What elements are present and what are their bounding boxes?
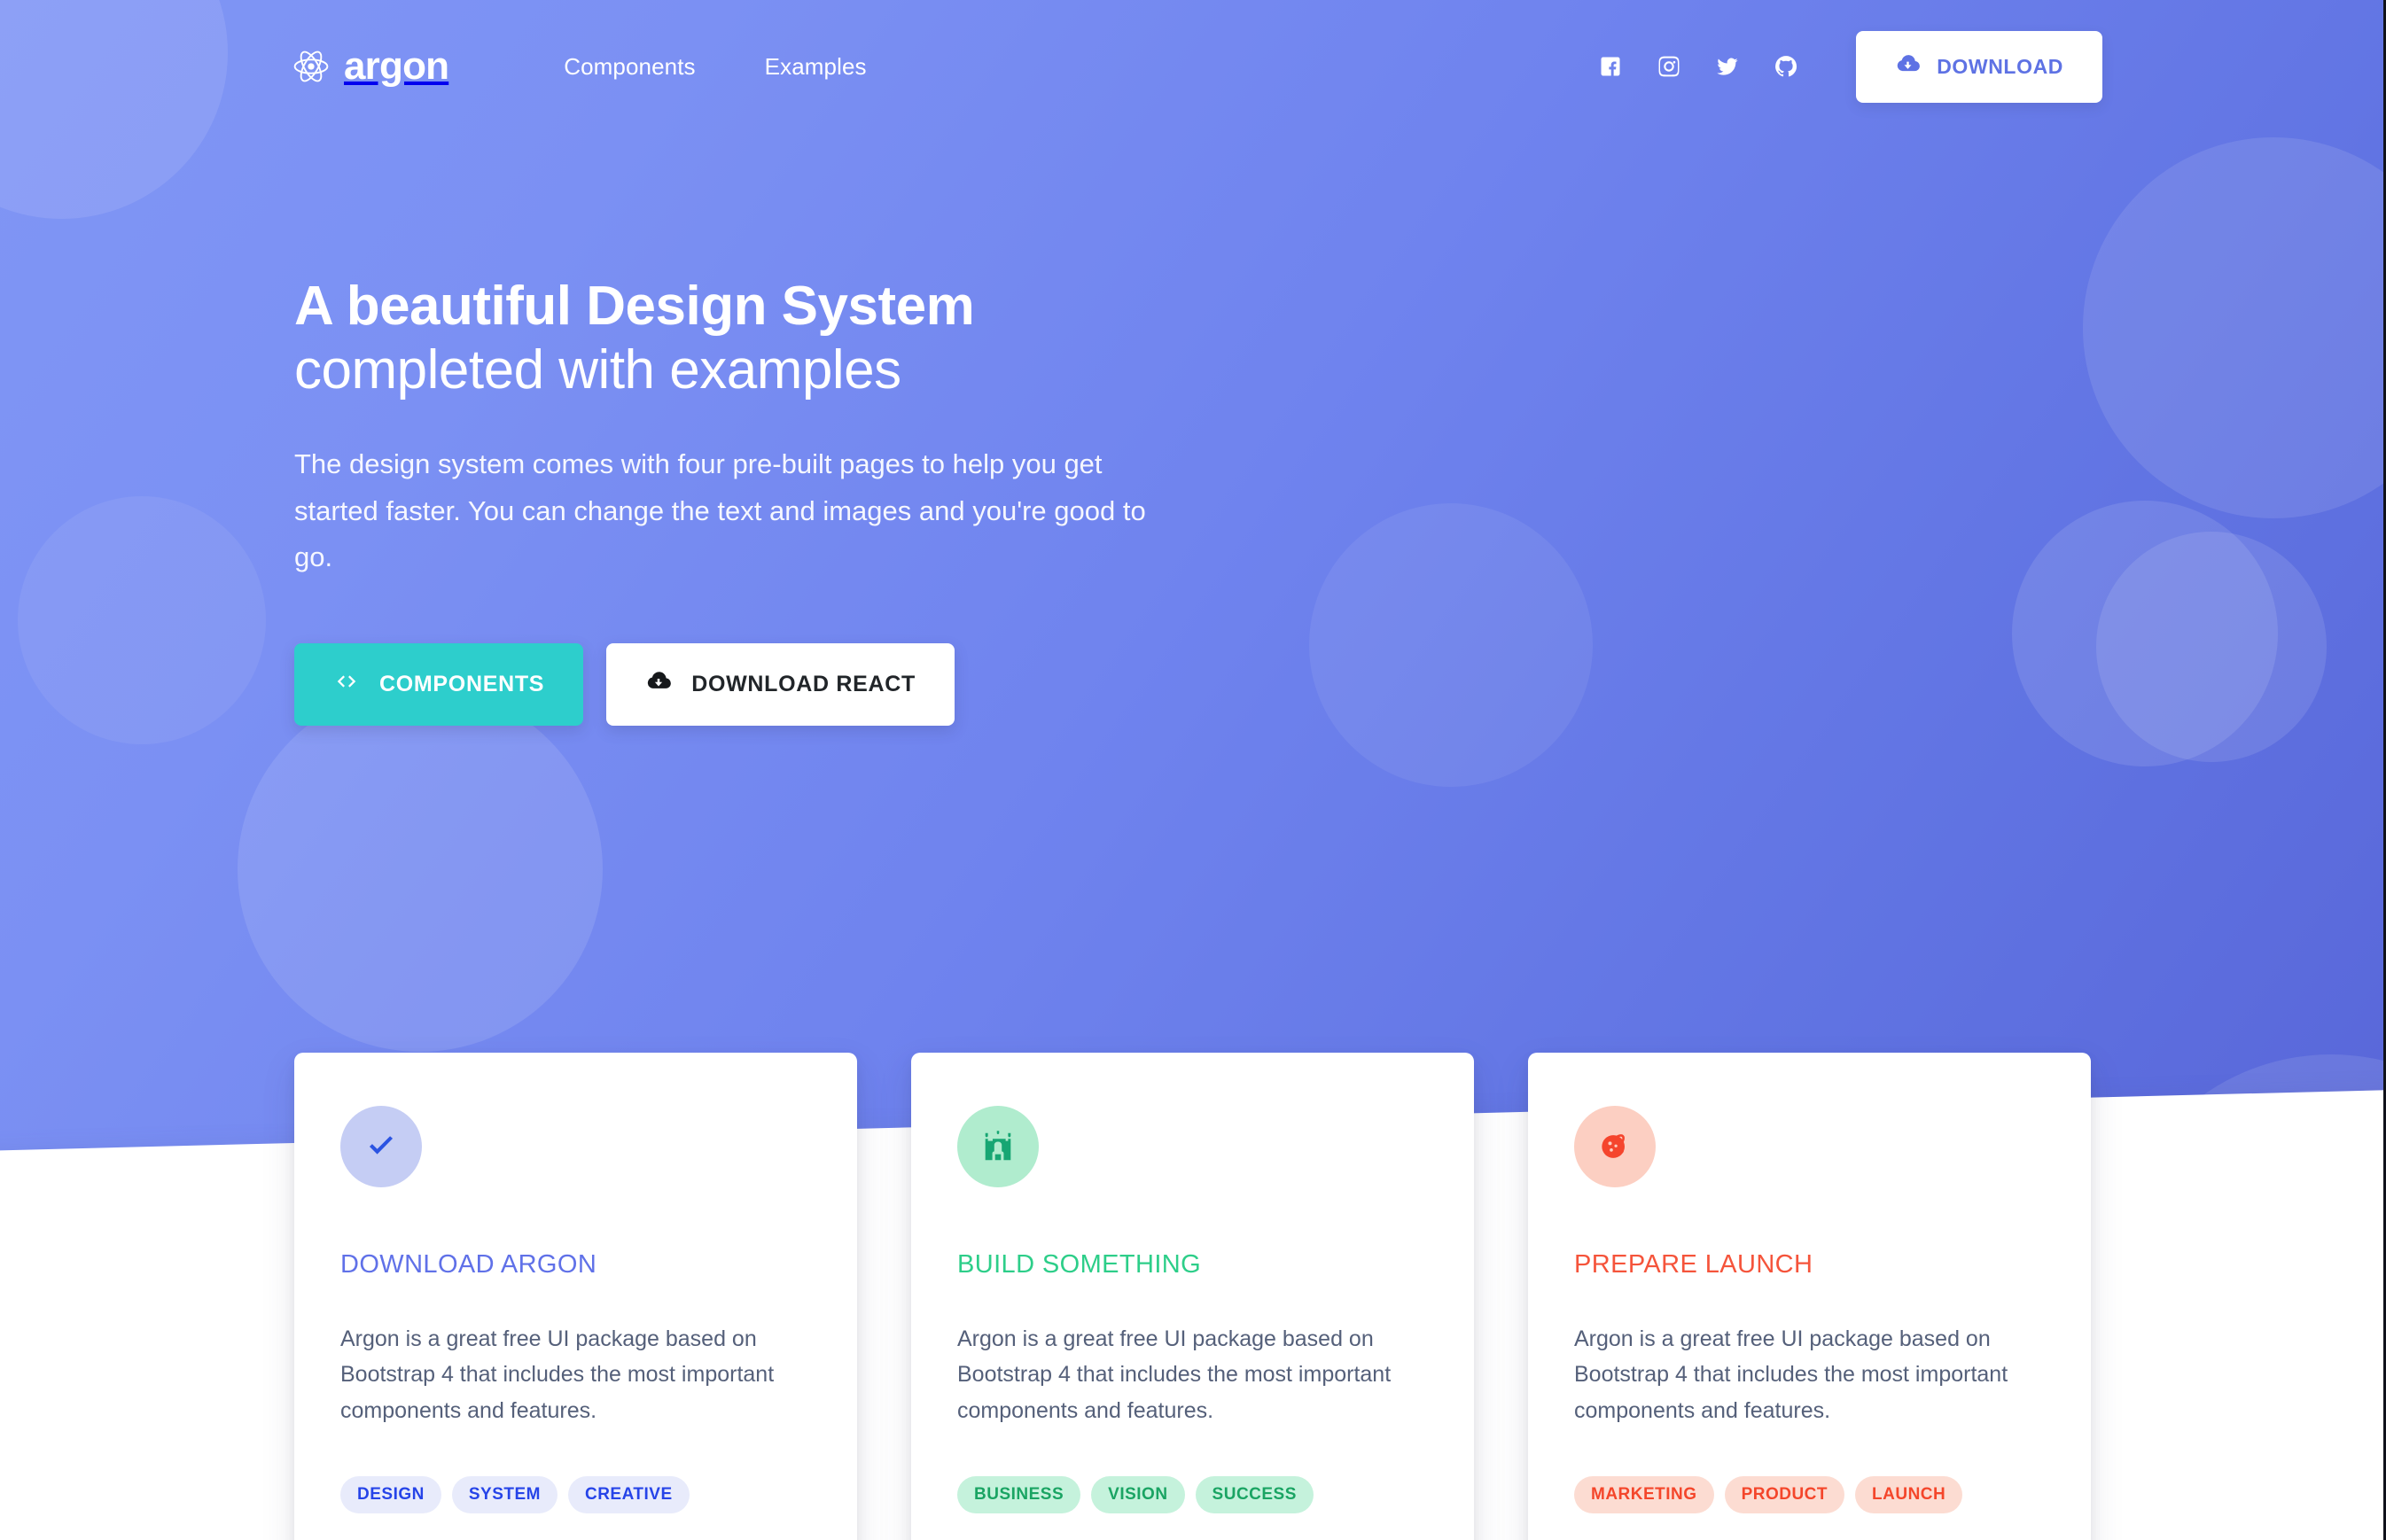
navbar: argon Components Examples DOWNLOAD [0,0,2386,133]
feature-card-text: Argon is a great free UI package based o… [1574,1326,2008,1423]
code-icon [333,668,360,701]
instagram-icon[interactable] [1649,46,1689,87]
facebook-icon[interactable] [1590,46,1631,87]
feature-card-title: DOWNLOAD ARGON [340,1250,597,1279]
components-button-label: COMPONENTS [379,671,545,696]
hero-title-line-2: completed with examples [294,338,901,401]
github-icon[interactable] [1766,46,1806,87]
planet-icon [1574,1106,1656,1187]
download-react-button[interactable]: DOWNLOAD REACT [606,642,955,726]
page-root: argon Components Examples DOWNLOAD A bea… [0,0,2386,1540]
feature-card-download-argon[interactable]: DOWNLOAD ARGON Argon is a great free UI … [294,1053,857,1540]
check-icon [340,1106,422,1187]
nav-item-components[interactable]: Components [564,53,695,81]
navbar-download-label: DOWNLOAD [1937,54,2063,78]
feature-card-title: PREPARE LAUNCH [1574,1250,1813,1279]
page-title: A beautiful Design System completed with… [294,275,1269,402]
feature-card-badges: BUSINESS VISION SUCCESS [957,1476,1428,1514]
status-badge[interactable]: VISION [1091,1476,1185,1514]
brand-logo-link[interactable]: argon [292,44,449,88]
status-badge[interactable]: SUCCESS [1195,1476,1314,1514]
nav-item-examples[interactable]: Examples [765,53,867,81]
feature-card-badges: DESIGN SYSTEM CREATIVE [340,1476,811,1514]
building-icon [957,1106,1039,1187]
status-badge[interactable]: BUSINESS [957,1476,1081,1514]
feature-card-text: Argon is a great free UI package based o… [957,1326,1392,1423]
hero-content: A beautiful Design System completed with… [294,275,1269,726]
hero-action-buttons: COMPONENTS DOWNLOAD REACT [294,642,1269,726]
social-links [1590,46,1806,87]
status-badge[interactable]: MARKETING [1574,1476,1714,1514]
components-button[interactable]: COMPONENTS [294,642,584,726]
status-badge[interactable]: CREATIVE [567,1476,690,1514]
navbar-download-button[interactable]: DOWNLOAD [1856,30,2102,103]
twitter-icon[interactable] [1707,46,1748,87]
status-badge[interactable]: SYSTEM [451,1476,558,1514]
download-react-button-label: DOWNLOAD REACT [691,671,916,696]
feature-card-build-something[interactable]: BUILD SOMETHING Argon is a great free UI… [911,1053,1474,1540]
feature-cards: DOWNLOAD ARGON Argon is a great free UI … [294,1053,2092,1540]
atom-icon [292,48,330,85]
primary-nav: Components Examples [564,53,866,81]
feature-card-text: Argon is a great free UI package based o… [340,1326,775,1423]
hero-lead-text: The design system comes with four pre-bu… [294,447,1146,573]
cloud-download-icon [1895,51,1921,82]
navbar-right: DOWNLOAD [1590,30,2102,103]
feature-card-prepare-launch[interactable]: PREPARE LAUNCH Argon is a great free UI … [1528,1053,2091,1540]
feature-card-badges: MARKETING PRODUCT LAUNCH [1574,1476,2045,1514]
status-badge[interactable]: PRODUCT [1724,1476,1845,1514]
status-badge[interactable]: DESIGN [340,1476,441,1514]
cloud-download-icon [645,668,672,701]
brand-name: argon [344,44,449,88]
status-badge[interactable]: LAUNCH [1855,1476,1963,1514]
feature-card-title: BUILD SOMETHING [957,1250,1202,1279]
hero-title-line-1: A beautiful Design System [294,276,975,337]
